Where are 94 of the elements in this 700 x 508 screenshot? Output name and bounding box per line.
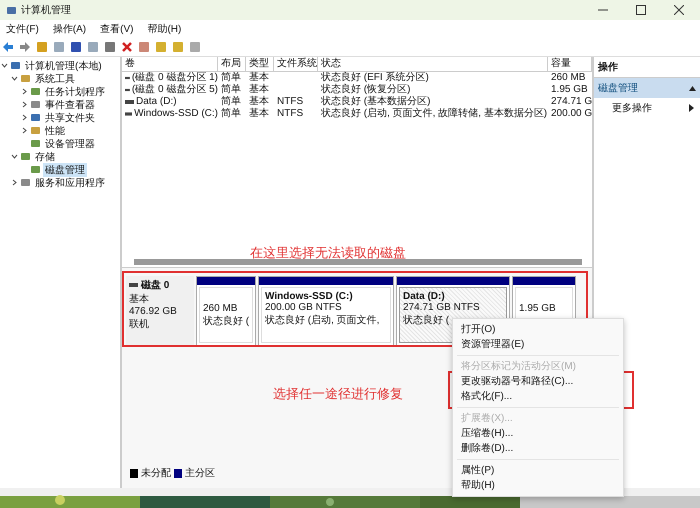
menu-item[interactable]: 压缩卷(H)... <box>453 426 623 441</box>
table-cell: 1.95 GB <box>551 84 588 96</box>
menu-item[interactable]: 删除卷(D)... <box>453 441 623 456</box>
drive-icon <box>125 112 132 116</box>
table-cell: Windows-SSD (C:) <box>134 108 218 120</box>
collapse-arrow-icon[interactable] <box>689 86 696 90</box>
drive-icon <box>129 283 138 287</box>
partition-size: 260 MB <box>203 303 238 314</box>
disk-size: 476.92 GB <box>129 306 178 317</box>
partition-name: Data (D:) <box>403 291 446 302</box>
menu-item[interactable]: 查看(V) <box>100 22 134 36</box>
table-cell: (磁盘 0 磁盘分区 5) <box>132 84 218 96</box>
column-header[interactable]: 卷 <box>122 57 218 71</box>
toolbar-icon[interactable] <box>2 41 14 53</box>
table-cell-text: 基本 <box>249 84 269 96</box>
chevron-right-icon[interactable] <box>11 179 18 186</box>
maximize-icon[interactable] <box>636 5 646 15</box>
table-cell: NTFS <box>277 96 304 108</box>
column-header[interactable]: 状态 <box>318 57 548 71</box>
menu-item[interactable]: 帮助(H) <box>147 22 182 36</box>
partition-name: Windows-SSD (C:) <box>265 291 354 302</box>
disk-type: 基本 <box>129 292 150 306</box>
table-cell: (磁盘 0 磁盘分区 1) <box>132 72 218 84</box>
annotation-text: 选择任一途径进行修复 <box>273 385 403 403</box>
column-header[interactable]: 文件系统 <box>274 57 318 71</box>
chevron-right-icon[interactable] <box>21 88 28 95</box>
drive-icon <box>125 88 130 92</box>
tree-item[interactable]: 磁盘管理 <box>43 162 87 176</box>
tree-item[interactable]: 任务计划程序 <box>43 84 107 98</box>
tree-item[interactable]: 性能 <box>43 124 67 138</box>
chevron-down-icon[interactable] <box>11 75 18 82</box>
partition[interactable]: Windows-SSD (C:) 200.00 GB NTFS 状态良好 (启动, 页面文件, <box>258 276 394 346</box>
partition-bar <box>513 277 575 285</box>
tree-item[interactable]: 存储 <box>33 150 57 164</box>
menu-item[interactable]: 更改驱动器号和路径(C)... <box>453 374 623 389</box>
table-cell: NTFS <box>277 108 304 120</box>
menu-item[interactable]: 文件(F) <box>6 22 39 36</box>
tree-item[interactable]: 系统工具 <box>33 72 77 86</box>
partition-size: 1.95 GB <box>519 303 557 314</box>
table-cell-text: 状态良好 (EFI 系统分区) <box>321 72 429 84</box>
column-header[interactable]: 类型 <box>246 57 274 71</box>
tree-item[interactable]: 设备管理器 <box>43 136 97 150</box>
table-cell: 200.00 G <box>551 108 592 120</box>
table-cell-text: 简单 <box>221 96 241 108</box>
chevron-down-icon[interactable] <box>11 153 18 160</box>
menu-item[interactable]: 帮助(H) <box>453 478 623 493</box>
tree-item[interactable]: 事件查看器 <box>43 98 97 112</box>
toolbar-icon[interactable] <box>19 41 31 53</box>
submenu-arrow-icon <box>689 104 694 112</box>
actions-section[interactable]: 磁盘管理 <box>594 78 700 98</box>
disk-status: 联机 <box>129 318 150 331</box>
more-actions-item[interactable]: 更多操作 <box>612 101 652 115</box>
table-cell: 274.71 G <box>551 96 592 108</box>
table-cell-text: 状态良好 (基本数据分区) <box>321 96 430 108</box>
table-cell-text: 基本 <box>249 96 269 108</box>
legend-label: 主分区 <box>185 466 215 480</box>
tree-item[interactable]: 服务和应用程序 <box>33 176 107 190</box>
table-cell-text: 基本 <box>249 72 269 84</box>
partition-size: 200.00 GB NTFS <box>265 302 343 313</box>
annotation-text: 在这里选择无法读取的磁盘 <box>250 244 406 262</box>
window-title: 计算机管理 <box>21 4 71 17</box>
table-cell: 状态良好 (启动, 页面文件, 故障转储, 基本数据分区) <box>321 108 548 120</box>
legend-label: 未分配 <box>141 466 171 480</box>
partition-status: 状态良好 ( <box>203 314 249 328</box>
table-cell-text: 状态良好 (恢复分区) <box>321 84 410 96</box>
partition-status: 状态良好 (启动, 页面文件, <box>265 314 380 327</box>
chevron-right-icon[interactable] <box>21 114 28 121</box>
partition[interactable]: 260 MB 状态良好 ( <box>196 276 256 346</box>
menu-item[interactable]: 操作(A) <box>52 22 86 36</box>
table-cell: Data (D:) <box>136 96 177 108</box>
partition-bar <box>197 277 255 285</box>
chevron-down-icon[interactable] <box>1 62 8 69</box>
disk-name: 磁盘 0 <box>141 278 170 292</box>
partition-status: 状态良好 ( <box>403 314 450 327</box>
column-header[interactable]: 容量 <box>548 57 592 71</box>
close-icon[interactable] <box>674 5 684 15</box>
toolbar-icon[interactable] <box>104 41 116 53</box>
column-header[interactable]: 布局 <box>218 57 246 71</box>
drive-icon <box>125 76 130 80</box>
table-cell: 260 MB <box>551 72 586 84</box>
tree-item[interactable]: 共享文件夹 <box>43 110 97 124</box>
table-cell-text: 简单 <box>221 72 241 84</box>
table-cell-text: 简单 <box>221 84 241 96</box>
table-cell: 基本 <box>249 108 269 120</box>
menu-item[interactable]: 格式化(F)... <box>453 389 623 404</box>
chevron-right-icon[interactable] <box>21 127 28 134</box>
tree-item[interactable]: 计算机管理(本地) <box>23 58 104 72</box>
menu-item[interactable]: 属性(P) <box>453 463 623 478</box>
table-cell: 简单 <box>221 108 241 120</box>
partition-size: 274.71 GB NTFS <box>403 302 481 313</box>
chevron-right-icon[interactable] <box>21 101 28 108</box>
scrollbar-thumb[interactable] <box>134 259 582 265</box>
toolbar-icon[interactable] <box>121 41 133 53</box>
toolbar-icon[interactable] <box>70 41 82 53</box>
